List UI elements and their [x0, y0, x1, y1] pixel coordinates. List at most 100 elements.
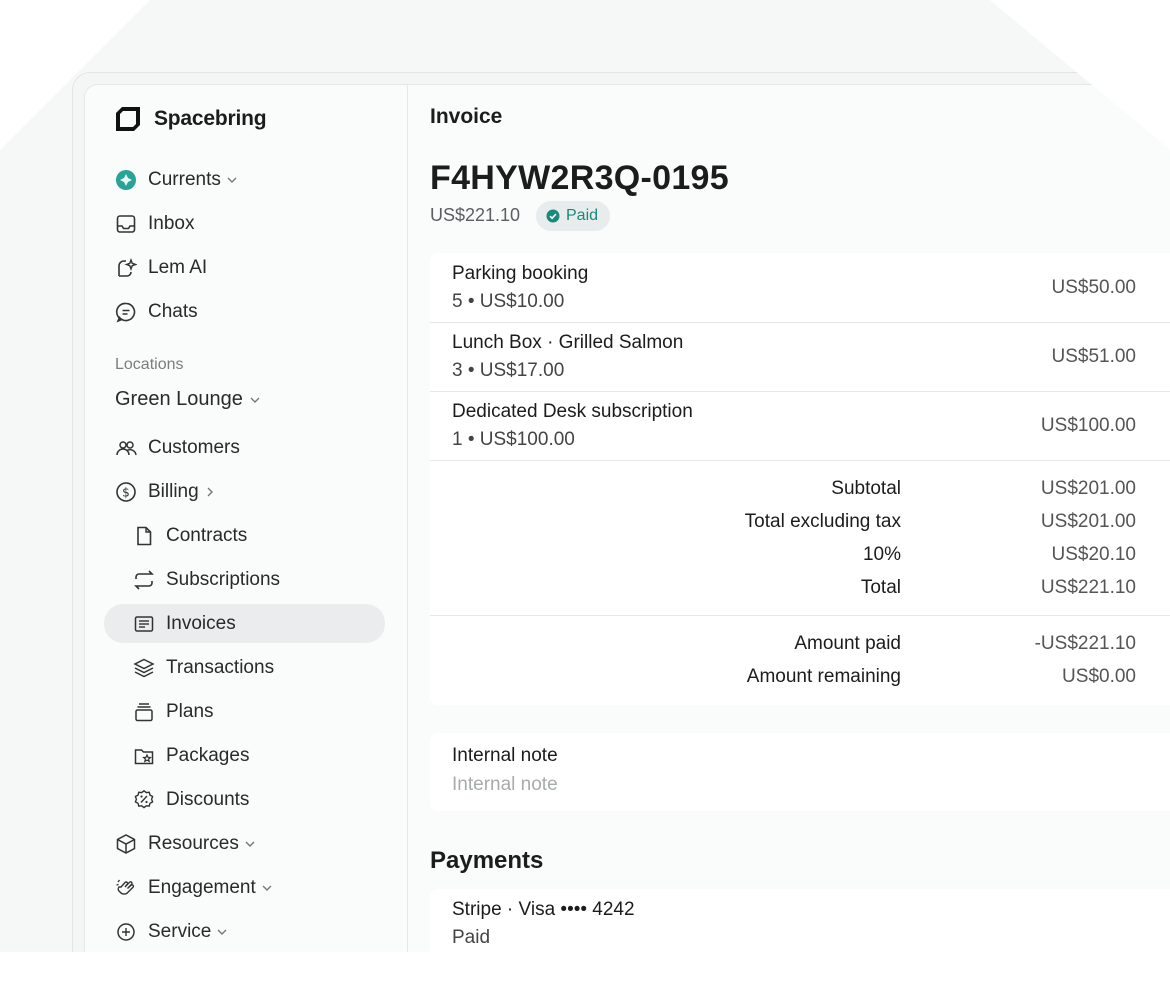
line-item-amount: US$51.00 [1051, 346, 1136, 367]
nav-item-discounts[interactable]: Discounts [133, 785, 249, 815]
nav-item-chats[interactable]: Chats [115, 297, 198, 327]
location-name: Green Lounge [115, 388, 243, 410]
service-icon [117, 923, 135, 941]
nav-label: Contracts [166, 525, 248, 546]
plans-icon [135, 703, 153, 722]
nav-item-plans[interactable]: Plans [133, 697, 214, 727]
line-item-amount: US$50.00 [1051, 277, 1136, 298]
nav-item-customers[interactable]: Customers [115, 433, 240, 463]
nav-item-subscriptions[interactable]: Subscriptions [133, 565, 280, 595]
line-item-amount: US$100.00 [1040, 415, 1136, 436]
subscriptions-icon [134, 570, 154, 590]
transactions-icon [133, 658, 155, 678]
packages-icon [134, 749, 154, 765]
nav-label: Billing [148, 481, 199, 502]
invoice-amount: US$221.10 [430, 205, 521, 225]
nav-label: Chats [148, 301, 198, 322]
nav-item-contracts[interactable]: Contracts [133, 521, 247, 551]
nav-item-transactions[interactable]: Transactions [133, 653, 274, 683]
payment-card[interactable]: Stripe · Visa •••• 4242 Paid [430, 889, 1170, 952]
nav-item-lem-ai[interactable]: Lem AI [115, 253, 207, 283]
invoice-lines-card: Parking booking 5 • US$10.00 US$50.00 Lu… [430, 253, 1170, 705]
nav-label: Service [148, 921, 212, 942]
line-item-name: Dedicated Desk subscription [452, 401, 693, 422]
payments-title: Payments [430, 847, 544, 874]
line-item-meta: 5 • US$10.00 [452, 291, 565, 312]
location-selector[interactable]: Green Lounge [115, 388, 261, 411]
app-window: Spacebring Currents Inbox Lem AI Chats L… [84, 84, 1170, 952]
nav-item-invoices[interactable]: Invoices [133, 609, 236, 639]
nav-label: Subscriptions [166, 569, 281, 590]
tax-value: US$20.10 [1051, 544, 1136, 565]
total-value: US$221.10 [1040, 577, 1136, 598]
spacebring-logo-icon [116, 107, 140, 131]
page-title: Invoice [430, 105, 503, 128]
subtotal-label: Subtotal [831, 478, 901, 499]
line-item-meta: 1 • US$100.00 [452, 429, 575, 450]
nav-label: Transactions [166, 657, 275, 678]
resources-icon [116, 834, 136, 854]
chevron-down-icon [227, 177, 237, 183]
nav-label: Discounts [166, 789, 250, 810]
billing-icon: $ [116, 482, 136, 502]
payment-status: Paid [452, 927, 491, 948]
nav-label: Resources [148, 833, 239, 854]
status-label: Paid [566, 207, 599, 224]
contract-icon [137, 526, 152, 546]
internal-note-card: Internal note [430, 733, 1170, 811]
brand-name: Spacebring [154, 107, 267, 130]
amount-remaining-value: US$0.00 [1062, 666, 1136, 687]
customers-icon [116, 441, 137, 456]
locations-label: Locations [115, 356, 184, 373]
nav-label: Customers [148, 437, 240, 458]
nav-item-inbox[interactable]: Inbox [115, 209, 194, 239]
nav-label: Engagement [148, 877, 256, 898]
nav-label: Lem AI [148, 257, 208, 278]
nav-item-service[interactable]: Service [115, 917, 228, 947]
chat-icon [115, 302, 136, 323]
nav-item-resources[interactable]: Resources [115, 829, 256, 859]
total-excl-tax-label: Total excluding tax [744, 511, 901, 532]
chevron-down-icon [245, 841, 255, 847]
line-item: Dedicated Desk subscription 1 • US$100.0… [430, 391, 1170, 460]
check-circle-icon [546, 209, 560, 223]
nav-label: Packages [166, 745, 250, 766]
discounts-icon [134, 789, 154, 809]
inbox-icon [116, 215, 136, 233]
nav-label: Currents [148, 169, 221, 190]
line-item-name: Lunch Box · Grilled Salmon [452, 332, 684, 353]
amount-paid-label: Amount paid [794, 633, 901, 654]
main-content: Invoice F4HYW2R3Q-0195 US$221.10 Paid Pa… [430, 85, 1170, 952]
internal-note-input[interactable] [452, 773, 1052, 797]
brand[interactable]: Spacebring [115, 105, 267, 133]
status-badge: Paid [536, 201, 611, 231]
chevron-right-icon [207, 487, 213, 497]
chevron-down-icon [217, 929, 227, 935]
tax-label: 10% [862, 544, 901, 565]
chevron-down-icon [250, 397, 260, 403]
svg-text:$: $ [122, 486, 130, 500]
line-item-meta: 3 • US$17.00 [452, 360, 565, 381]
nav-item-engagement[interactable]: Engagement [115, 873, 273, 903]
nav-item-billing[interactable]: $ Billing [115, 477, 216, 507]
nav-label: Inbox [148, 213, 195, 234]
invoice-number: F4HYW2R3Q-0195 [430, 159, 729, 197]
total-excl-tax-value: US$201.00 [1040, 511, 1136, 532]
nav-item-packages[interactable]: Packages [133, 741, 249, 771]
nav-label: Plans [166, 701, 214, 722]
divider [430, 615, 1170, 616]
subtotal-value: US$201.00 [1040, 478, 1136, 499]
engagement-icon [116, 879, 135, 895]
lem-ai-icon [118, 257, 137, 277]
amount-paid-value: -US$221.10 [1034, 633, 1136, 654]
nav-item-currents[interactable]: Currents [115, 165, 238, 195]
currents-icon [116, 170, 136, 190]
total-label: Total [860, 577, 901, 598]
payment-method: Stripe · Visa •••• 4242 [452, 899, 635, 920]
nav-label: Invoices [166, 613, 236, 634]
internal-note-title: Internal note [452, 745, 558, 766]
app-backdrop: Spacebring Currents Inbox Lem AI Chats L… [0, 0, 1170, 952]
divider [430, 460, 1170, 461]
amount-remaining-label: Amount remaining [746, 666, 901, 687]
chevron-down-icon [262, 885, 272, 891]
